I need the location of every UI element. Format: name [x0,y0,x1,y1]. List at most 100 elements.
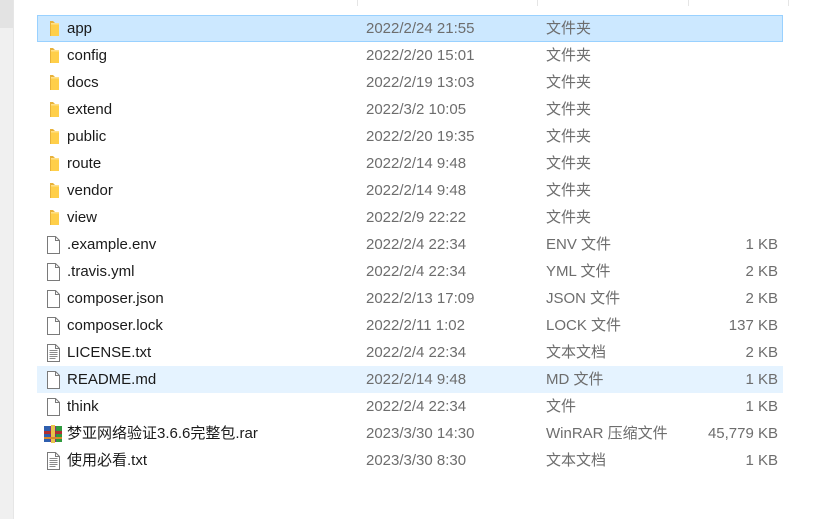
folder-icon [43,99,63,120]
file-type: 文件夹 [546,128,592,145]
folder-icon [43,18,63,39]
file-row[interactable]: .example.env 2022/2/4 22:34 ENV 文件 1 KB [37,231,783,258]
file-type: MD 文件 [546,371,604,388]
file-row[interactable]: route 2022/2/14 9:48 文件夹 [37,150,783,177]
file-name[interactable]: app [67,16,92,41]
file-type: 文件夹 [546,47,592,64]
file-date-modified: 2022/2/24 21:55 [366,20,475,37]
file-date-modified: 2022/2/20 19:35 [366,128,475,145]
file-row[interactable]: public 2022/2/20 19:35 文件夹 [37,123,783,150]
folder-icon [43,72,63,93]
file-name[interactable]: 梦亚网络验证3.6.6完整包.rar [67,421,258,446]
folder-icon [43,180,63,201]
file-size: 137 KB [728,317,778,334]
explorer-window: app 2022/2/24 21:55 文件夹 config 2022/2/20… [0,0,839,519]
folder-icon [43,45,63,66]
file-type: 文件 [546,398,577,415]
file-icon [43,396,63,417]
file-size: 1 KB [745,398,778,415]
file-row[interactable]: think 2022/2/4 22:34 文件 1 KB [37,393,783,420]
file-date-modified: 2023/3/30 8:30 [366,452,467,469]
file-size: 45,779 KB [707,425,778,442]
date-column-divider[interactable] [357,0,358,6]
file-row[interactable]: vendor 2022/2/14 9:48 文件夹 [37,177,783,204]
file-name[interactable]: view [67,205,97,230]
file-icon [43,261,63,282]
file-name[interactable]: extend [67,97,112,122]
file-date-modified: 2022/2/14 9:48 [366,182,467,199]
folder-icon [43,207,63,228]
size-column-divider[interactable] [688,0,689,6]
file-type: JSON 文件 [546,290,621,307]
file-row[interactable]: .travis.yml 2022/2/4 22:34 YML 文件 2 KB [37,258,783,285]
file-row[interactable]: README.md 2022/2/14 9:48 MD 文件 1 KB [37,366,783,393]
file-row[interactable]: config 2022/2/20 15:01 文件夹 [37,42,783,69]
file-type: 文件夹 [546,74,592,91]
file-name[interactable]: .travis.yml [67,259,135,284]
navigation-pane-edge[interactable] [0,0,14,519]
file-row[interactable]: LICENSE.txt 2022/2/4 22:34 文本文档 2 KB [37,339,783,366]
file-date-modified: 2022/2/4 22:34 [366,344,467,361]
file-date-modified: 2022/3/2 10:05 [366,101,467,118]
file-name[interactable]: route [67,151,101,176]
file-name[interactable]: vendor [67,178,113,203]
file-size: 1 KB [745,371,778,388]
file-name[interactable]: composer.json [67,286,164,311]
column-header-dividers [0,0,839,6]
file-type: WinRAR 压缩文件 [546,425,668,442]
file-type: 文件夹 [546,155,592,172]
file-icon [43,288,63,309]
file-size: 1 KB [745,236,778,253]
file-row[interactable]: app 2022/2/24 21:55 文件夹 [37,15,783,42]
file-type: 文件夹 [546,101,592,118]
file-date-modified: 2023/3/30 14:30 [366,425,475,442]
file-row[interactable]: 梦亚网络验证3.6.6完整包.rar 2023/3/30 14:30 WinRA… [37,420,783,447]
file-date-modified: 2022/2/14 9:48 [366,371,467,388]
file-row[interactable]: view 2022/2/9 22:22 文件夹 [37,204,783,231]
file-icon [43,234,63,255]
file-type: 文件夹 [546,182,592,199]
file-name[interactable]: public [67,124,106,149]
file-list: app 2022/2/24 21:55 文件夹 config 2022/2/20… [37,15,783,474]
file-name[interactable]: 使用必看.txt [67,448,147,473]
file-type: 文件夹 [546,209,592,226]
file-size: 2 KB [745,290,778,307]
text-file-icon [43,342,63,363]
end-column-divider[interactable] [788,0,789,6]
file-date-modified: 2022/2/13 17:09 [366,290,475,307]
file-row[interactable]: composer.lock 2022/2/11 1:02 LOCK 文件 137… [37,312,783,339]
file-type: LOCK 文件 [546,317,622,334]
file-date-modified: 2022/2/11 1:02 [366,317,465,334]
file-date-modified: 2022/2/4 22:34 [366,263,467,280]
winrar-archive-icon [43,423,63,444]
file-type: ENV 文件 [546,236,612,253]
file-name[interactable]: README.md [67,367,156,392]
file-date-modified: 2022/2/4 22:34 [366,398,467,415]
file-name[interactable]: LICENSE.txt [67,340,151,365]
folder-icon [43,153,63,174]
file-date-modified: 2022/2/14 9:48 [366,155,467,172]
file-name[interactable]: docs [67,70,99,95]
file-name[interactable]: think [67,394,99,419]
file-size: 2 KB [745,344,778,361]
file-icon [43,315,63,336]
file-date-modified: 2022/2/9 22:22 [366,209,467,226]
file-type: 文件夹 [546,20,592,37]
file-row[interactable]: composer.json 2022/2/13 17:09 JSON 文件 2 … [37,285,783,312]
file-type: 文本文档 [546,344,607,361]
file-size: 1 KB [745,452,778,469]
type-column-divider[interactable] [537,0,538,6]
file-icon [43,369,63,390]
file-date-modified: 2022/2/20 15:01 [366,47,475,64]
file-name[interactable]: config [67,43,107,68]
file-row[interactable]: docs 2022/2/19 13:03 文件夹 [37,69,783,96]
text-file-icon [43,450,63,471]
file-date-modified: 2022/2/4 22:34 [366,236,467,253]
file-type: 文本文档 [546,452,607,469]
file-date-modified: 2022/2/19 13:03 [366,74,475,91]
folder-icon [43,126,63,147]
file-name[interactable]: .example.env [67,232,156,257]
file-row[interactable]: extend 2022/3/2 10:05 文件夹 [37,96,783,123]
file-name[interactable]: composer.lock [67,313,163,338]
file-row[interactable]: 使用必看.txt 2023/3/30 8:30 文本文档 1 KB [37,447,783,474]
